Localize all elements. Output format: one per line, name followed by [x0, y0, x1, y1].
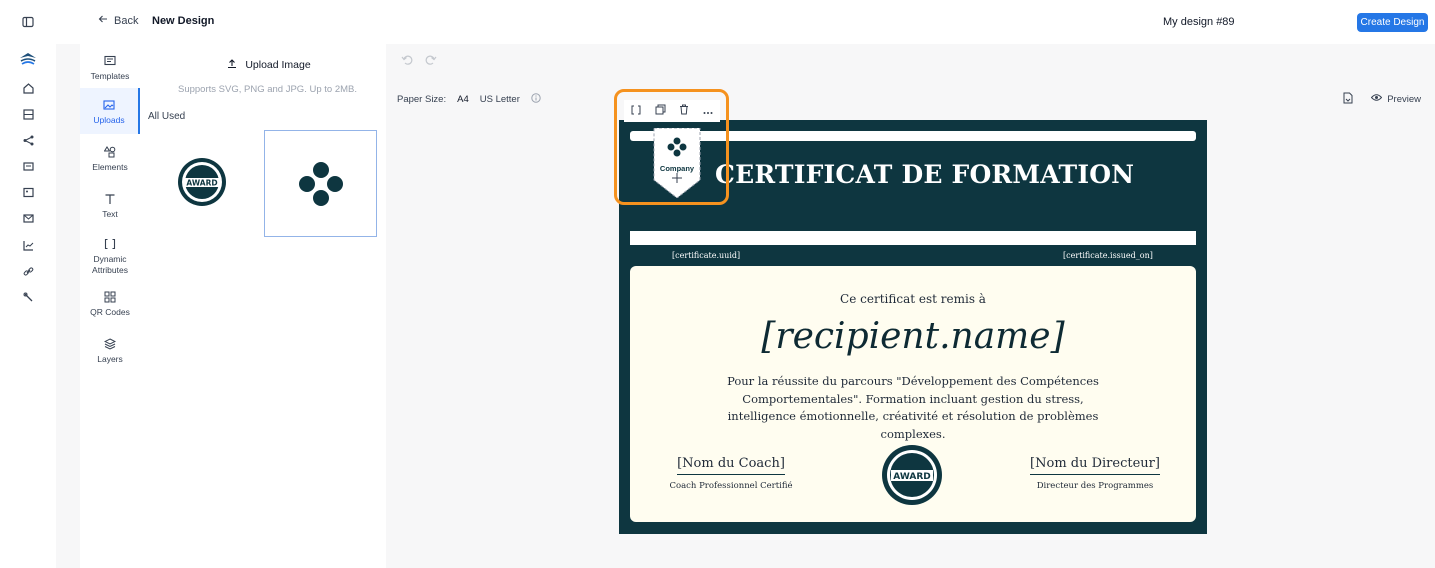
tool-label: QR Codes — [90, 306, 130, 317]
tool-uploads[interactable]: Uploads — [80, 88, 140, 134]
trash-icon[interactable] — [679, 104, 689, 118]
eye-icon — [1371, 93, 1383, 105]
coach-role: Coach Professionnel Certifié — [669, 481, 793, 491]
preview-button[interactable]: Preview — [1371, 93, 1421, 105]
tool-dynamic-attributes[interactable]: Dynamic Attributes — [80, 231, 140, 281]
director-name: [Nom du Directeur] — [1030, 456, 1160, 475]
upload-image-label: Upload Image — [245, 59, 311, 71]
redo-icon[interactable] — [425, 54, 437, 69]
top-bar: Back New Design Create Design — [56, 0, 1435, 44]
tool-text[interactable]: Text — [80, 182, 140, 228]
chart-icon[interactable] — [20, 237, 36, 253]
qr-icon — [103, 290, 117, 304]
tool-elements[interactable]: Elements — [80, 135, 140, 181]
duplicate-icon[interactable] — [655, 104, 666, 118]
grid-icon[interactable] — [20, 106, 36, 122]
design-name-input[interactable] — [1156, 12, 1352, 32]
tool-label: Elements — [92, 161, 128, 172]
templates-icon — [103, 54, 117, 68]
link-icon[interactable] — [20, 263, 36, 279]
paper-size-label: Paper Size: — [397, 94, 447, 105]
uploads-panel: Upload Image Supports SVG, PNG and JPG. … — [140, 44, 386, 568]
director-role: Directeur des Programmes — [1036, 481, 1154, 491]
tools-icon[interactable] — [20, 289, 36, 305]
paper-size-selector: Paper Size: A4 US Letter — [397, 93, 541, 106]
tool-layers[interactable]: Layers — [80, 327, 140, 373]
crop-icon[interactable] — [631, 104, 641, 118]
award-seal-thumbnail[interactable]: AWARD — [176, 156, 228, 208]
upload-support-text: Supports SVG, PNG and JPG. Up to 2MB. — [178, 84, 357, 95]
upload-icon — [227, 58, 237, 72]
certificate-issued-on[interactable]: [certificate.issued_on] — [1063, 251, 1153, 260]
tool-qr-codes[interactable]: QR Codes — [80, 280, 140, 326]
tool-templates[interactable]: Templates — [80, 44, 140, 90]
layers-icon — [103, 337, 117, 351]
shapes-icon — [103, 145, 117, 159]
arrow-left-icon — [98, 14, 108, 27]
app-rail — [0, 0, 56, 568]
header-ribbon-bottom — [630, 231, 1196, 245]
certificate-description[interactable]: Pour la réussite du parcours "Développem… — [713, 373, 1113, 443]
tool-label: Uploads — [93, 114, 125, 125]
paper-a4-option[interactable]: A4 — [457, 94, 469, 105]
share-icon[interactable] — [20, 132, 36, 148]
dots-logo-thumbnail[interactable] — [264, 130, 377, 237]
tool-label: Templates — [90, 70, 130, 81]
home-icon[interactable] — [20, 80, 36, 96]
seal-text: AWARD — [893, 472, 930, 482]
logo-icon[interactable] — [18, 52, 38, 68]
filter-all-used[interactable]: All Used — [148, 111, 185, 122]
image-icon[interactable] — [20, 184, 36, 200]
panel-toggle-icon[interactable] — [20, 14, 36, 30]
certificate-title[interactable]: CERTIFICAT DE FORMATION — [715, 160, 1134, 189]
upload-image-button[interactable]: Upload Image — [152, 54, 386, 76]
create-design-button[interactable]: Create Design — [1357, 13, 1428, 32]
info-icon[interactable] — [531, 93, 541, 106]
remis-text[interactable]: Ce certificat est remis à — [630, 292, 1196, 306]
tool-column: Templates Uploads Elements Text Dynamic … — [80, 44, 140, 568]
export-icon[interactable] — [1343, 92, 1353, 107]
envelope-icon[interactable] — [20, 210, 36, 226]
more-icon[interactable] — [703, 104, 713, 118]
award-text: AWARD — [186, 179, 217, 188]
paper-us-letter-option[interactable]: US Letter — [480, 94, 520, 105]
back-label: Back — [114, 14, 139, 27]
certificate-uuid[interactable]: [certificate.uuid] — [672, 251, 740, 260]
mail-icon[interactable] — [20, 158, 36, 174]
certificate-body: Ce certificat est remis à [recipient.nam… — [630, 266, 1196, 522]
undo-icon[interactable] — [401, 54, 413, 69]
tool-label: Dynamic Attributes — [92, 253, 128, 275]
text-icon — [103, 192, 117, 206]
element-toolbar — [624, 100, 720, 122]
director-signature[interactable]: [Nom du Directeur] Directeur des Program… — [1030, 456, 1160, 491]
undo-redo — [401, 54, 437, 69]
preview-label: Preview — [1387, 93, 1421, 105]
coach-name: [Nom du Coach] — [677, 456, 785, 475]
coach-signature[interactable]: [Nom du Coach] Coach Professionnel Certi… — [668, 456, 794, 491]
recipient-name[interactable]: [recipient.name] — [630, 316, 1196, 357]
tool-label: Layers — [97, 353, 123, 364]
page-title: New Design — [152, 15, 215, 27]
award-seal[interactable]: AWARD — [881, 444, 943, 506]
image-icon — [102, 98, 116, 112]
tool-label: Text — [102, 208, 118, 219]
back-button[interactable]: Back — [98, 14, 138, 27]
brackets-icon — [103, 237, 117, 251]
